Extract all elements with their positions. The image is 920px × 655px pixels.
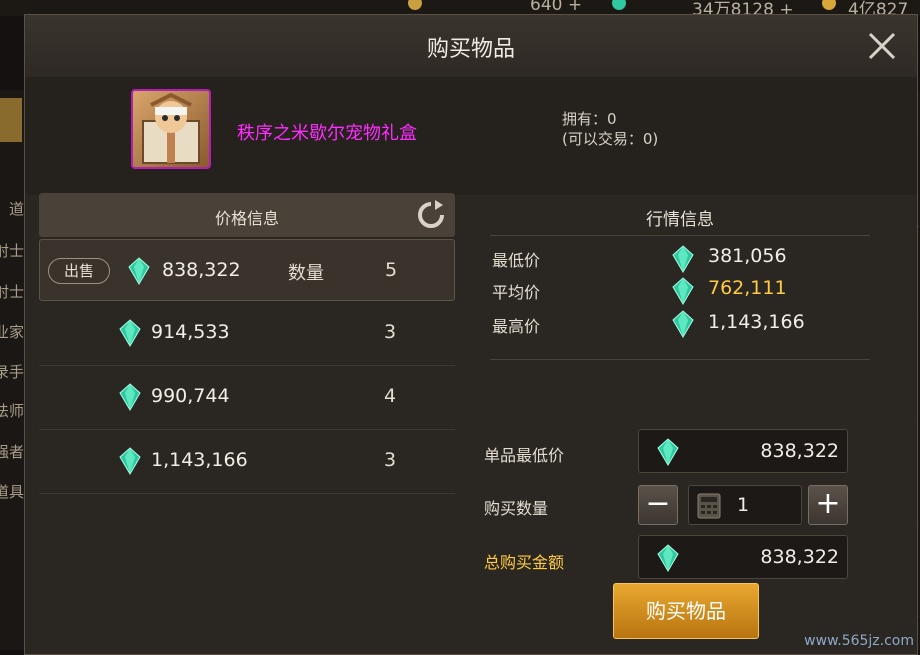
purchase-dialog: 购买物品 秩序之米歇尔宠物礼盒 拥有：0 (可以交易：0) 价格信息 出售 83… <box>24 14 918 655</box>
quantity-label: 购买数量 <box>484 499 549 518</box>
total-amount-label: 总购买金额 <box>484 553 565 572</box>
highest-price-label: 最高价 <box>492 317 541 336</box>
item-header: 秩序之米歇尔宠物礼盒 拥有：0 (可以交易：0) <box>25 77 917 195</box>
listing-row[interactable]: 914,533 3 <box>39 303 455 366</box>
listing-row[interactable]: 出售 838,322 数量 5 <box>39 239 455 301</box>
bg-menu-item: 业家 <box>0 323 24 341</box>
close-icon <box>868 32 896 60</box>
gem-icon <box>128 257 150 285</box>
listing-price: 990,744 <box>151 385 230 407</box>
bg-menu-item: 道具 <box>0 483 24 501</box>
sell-badge: 出售 <box>48 258 110 284</box>
market-info-panel: 行情信息 最低价 381,056 平均价 762,111 最高价 1,143,1… <box>470 193 890 641</box>
listing-price: 1,143,166 <box>151 449 248 471</box>
gem-icon <box>119 383 141 411</box>
gold-coin-icon <box>822 0 836 10</box>
currency-amount: 640 + <box>530 0 583 15</box>
price-info-panel: 价格信息 出售 838,322 数量 5 914,533 3 990,744 4… <box>39 193 455 641</box>
refresh-icon <box>418 200 444 228</box>
dialog-title-bar: 购买物品 <box>25 15 917 78</box>
highest-price-value: 1,143,166 <box>708 311 805 333</box>
gem-icon <box>672 310 694 338</box>
buy-button[interactable]: 购买物品 <box>613 583 759 639</box>
item-name: 秩序之米歇尔宠物礼盒 <box>237 123 417 144</box>
calculator-icon <box>697 493 721 519</box>
gem-icon <box>672 245 694 273</box>
average-price-value: 762,111 <box>708 277 787 299</box>
listing-quantity: 4 <box>384 385 397 407</box>
listing-price: 838,322 <box>162 259 241 281</box>
watermark: www.565jz.com <box>804 633 914 649</box>
gem-icon <box>657 544 679 572</box>
divider <box>490 359 870 360</box>
average-price-label: 平均价 <box>492 283 541 302</box>
divider <box>490 235 870 236</box>
lowest-price-value: 381,056 <box>708 245 787 267</box>
listing-row[interactable]: 990,744 4 <box>39 367 455 430</box>
gem-icon <box>119 319 141 347</box>
gem-icon <box>657 438 679 466</box>
gem-currency-icon <box>612 0 626 10</box>
unit-price-field: 838,322 <box>638 429 848 473</box>
quantity-label: 数量 <box>288 263 324 284</box>
decrease-button[interactable]: − <box>638 485 678 525</box>
listing-quantity: 3 <box>384 449 397 471</box>
bg-menu-item: 射士 <box>0 242 24 260</box>
gem-icon <box>119 447 141 475</box>
background-left-highlight <box>0 98 22 142</box>
unit-price-label: 单品最低价 <box>484 446 565 465</box>
gem-icon <box>672 277 694 305</box>
currency-icon <box>408 0 422 10</box>
ownership-info: 拥有：0 (可以交易：0) <box>562 109 658 149</box>
lowest-price-label: 最低价 <box>492 251 541 270</box>
bg-menu-item: 录手 <box>0 363 24 381</box>
total-amount-field: 838,322 <box>638 535 848 579</box>
total-amount-value: 838,322 <box>760 546 839 568</box>
bg-menu-item: 射士 <box>0 283 24 301</box>
listing-row[interactable]: 1,143,166 3 <box>39 431 455 494</box>
dialog-title: 购买物品 <box>426 37 515 62</box>
unit-price-value: 838,322 <box>760 440 839 462</box>
listing-quantity: 3 <box>384 321 397 343</box>
price-info-header: 价格信息 <box>39 193 455 237</box>
price-info-title: 价格信息 <box>214 209 279 228</box>
increase-button[interactable]: + <box>808 485 848 525</box>
quantity-stepper: − 1 + <box>638 485 878 525</box>
tradeable-count: (可以交易：0) <box>562 130 659 148</box>
bg-menu-item: 法师 <box>0 402 24 420</box>
quantity-input[interactable]: 1 <box>688 485 802 525</box>
listing-quantity: 5 <box>385 259 398 281</box>
market-info-title: 行情信息 <box>646 210 714 230</box>
owned-count: 拥有：0 <box>562 110 617 128</box>
bg-menu-item: 强者 <box>0 443 24 461</box>
pet-gift-box-icon <box>131 89 211 169</box>
bg-menu-item: 道 <box>8 200 24 218</box>
listing-price: 914,533 <box>151 321 230 343</box>
close-button[interactable] <box>865 29 899 63</box>
quantity-value: 1 <box>737 494 750 516</box>
refresh-button[interactable] <box>415 199 447 231</box>
